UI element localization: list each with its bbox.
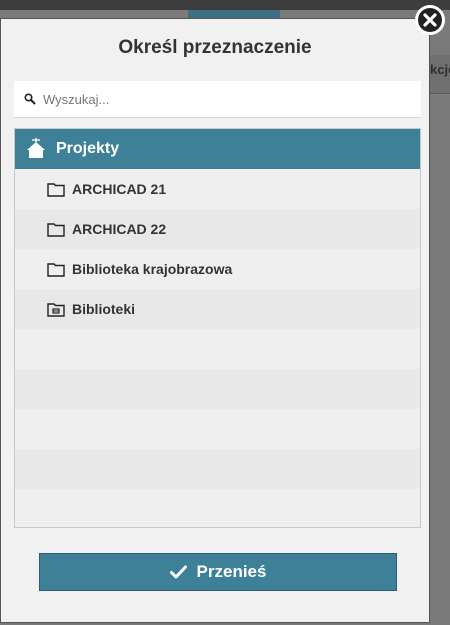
tree-item[interactable]: ARCHICAD 21 [15, 169, 420, 209]
library-folder-icon [47, 303, 65, 317]
tree-item[interactable]: Biblioteki [15, 289, 420, 329]
dialog-title: Określ przeznaczenie [118, 37, 312, 58]
tree-item-label: ARCHICAD 21 [72, 181, 167, 197]
home-icon [27, 138, 45, 158]
tree-empty-row [15, 489, 420, 527]
tree-rows: ARCHICAD 21 ARCHICAD 22 Biblioteka krajo… [15, 169, 420, 527]
tree-empty-row [15, 329, 420, 369]
search-input[interactable] [43, 89, 403, 109]
tree-empty-row [15, 409, 420, 449]
folder-icon [47, 183, 65, 197]
backdrop-partial-text: kcję [430, 62, 450, 77]
tree-empty-row [15, 369, 420, 409]
tree-item[interactable]: ARCHICAD 22 [15, 209, 420, 249]
tree-item-label: ARCHICAD 22 [72, 221, 167, 237]
search-bar [14, 81, 421, 118]
search-icon [24, 93, 36, 105]
tree-root-label: Projekty [56, 140, 120, 157]
close-button[interactable] [414, 4, 446, 36]
folder-icon [47, 223, 65, 237]
tree-item-label: Biblioteka krajobrazowa [72, 261, 233, 277]
tree-item[interactable]: Biblioteka krajobrazowa [15, 249, 420, 289]
tree-empty-row [15, 449, 420, 489]
tree-item-label: Biblioteki [72, 301, 136, 317]
folder-icon [47, 263, 65, 277]
move-button-label: Przenieś [196, 562, 267, 581]
backdrop-top-bar [0, 0, 450, 10]
close-icon [415, 5, 445, 35]
destination-dialog: Określ przeznaczenie Projekty ARCHICAD 2… [0, 18, 430, 623]
backdrop-active-tab [188, 10, 280, 18]
move-button[interactable]: Przenieś [39, 553, 397, 591]
folder-tree: Projekty ARCHICAD 21 ARCHICAD 22 Bibliot… [14, 128, 421, 528]
checkmark-icon [169, 565, 187, 579]
tree-root-projects[interactable]: Projekty [15, 129, 420, 169]
